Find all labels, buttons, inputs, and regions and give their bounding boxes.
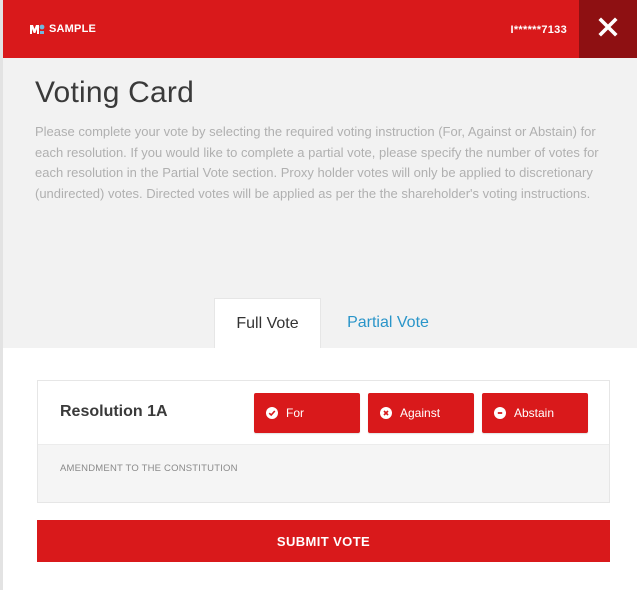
- submit-vote-button[interactable]: SUBMIT VOTE: [37, 520, 610, 562]
- brand-name: SAMPLE: [49, 23, 97, 35]
- vote-against-button[interactable]: Against: [368, 393, 474, 433]
- tab-partial-vote[interactable]: Partial Vote: [325, 298, 451, 348]
- mp-logo-icon: [29, 22, 45, 36]
- resolution-header: Resolution 1A For Against Abstain: [38, 381, 609, 445]
- brand: SAMPLE: [29, 22, 96, 36]
- vote-against-label: Against: [400, 406, 441, 420]
- account-id: I******7133: [510, 24, 567, 36]
- voting-card-modal: SAMPLE I******7133 Voting Card Please co…: [3, 0, 637, 590]
- close-icon: [598, 16, 618, 42]
- resolution-card: Resolution 1A For Against Abstain AMENDM…: [37, 380, 610, 503]
- instructions-text: Please complete your vote by selecting t…: [35, 124, 599, 201]
- tab-full-vote[interactable]: Full Vote: [214, 298, 321, 348]
- vote-abstain-button[interactable]: Abstain: [482, 393, 588, 433]
- close-button[interactable]: [579, 0, 637, 58]
- minus-circle-icon: [494, 407, 506, 419]
- vote-for-label: For: [286, 406, 304, 420]
- resolution-description: AMENDMENT TO THE CONSTITUTION: [60, 463, 238, 474]
- page-title: Voting Card: [35, 76, 194, 109]
- x-circle-icon: [380, 407, 392, 419]
- vote-for-button[interactable]: For: [254, 393, 360, 433]
- top-bar: SAMPLE I******7133: [3, 0, 637, 58]
- check-circle-icon: [266, 407, 278, 419]
- resolution-title: Resolution 1A: [60, 403, 168, 420]
- vote-abstain-label: Abstain: [514, 406, 555, 420]
